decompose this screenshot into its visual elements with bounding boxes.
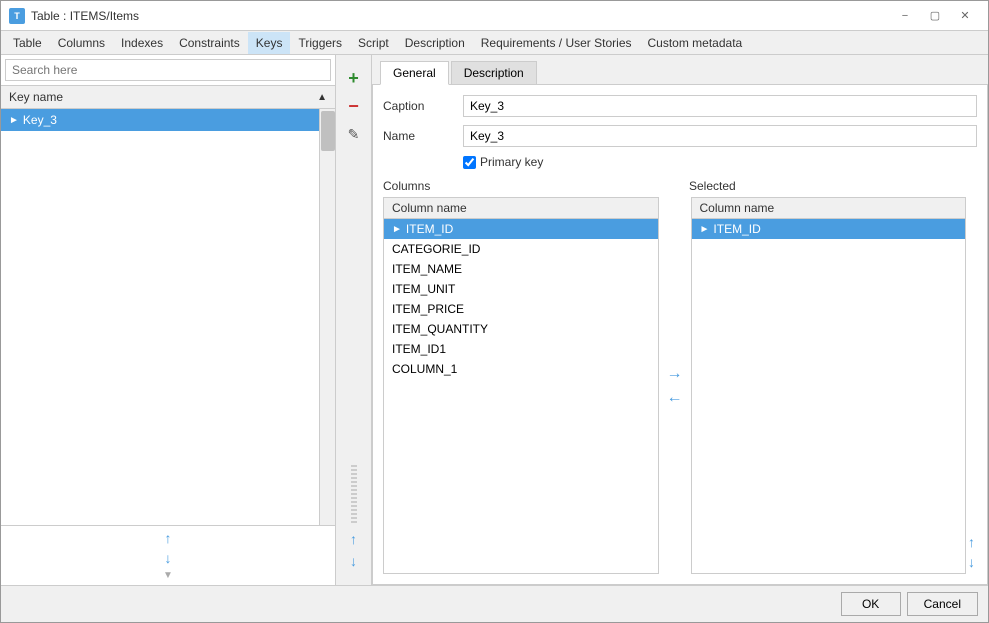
move-up-button[interactable]: ↑ <box>165 530 172 546</box>
left-bottom-btns: ↑ ↓ ▼ <box>1 525 335 585</box>
col-row-1[interactable]: CATEGORIE_ID <box>384 239 658 259</box>
resize-handle[interactable] <box>351 465 357 525</box>
scroll-thumb <box>321 111 335 151</box>
menu-bar: Table Columns Indexes Constraints Keys T… <box>1 31 988 55</box>
selected-col-arrow-icon: ► <box>700 224 710 235</box>
col-arrow-icon: ► <box>392 224 402 235</box>
menu-indexes[interactable]: Indexes <box>113 32 171 54</box>
menu-description[interactable]: Description <box>397 32 473 54</box>
menu-table[interactable]: Table <box>5 32 50 54</box>
menu-constraints[interactable]: Constraints <box>171 32 248 54</box>
app-icon: T <box>9 8 25 24</box>
selected-right-panel: Column name ► ITEM_ID <box>691 197 967 574</box>
bottom-bar: OK Cancel <box>1 585 988 622</box>
remove-button[interactable]: − <box>343 95 365 117</box>
name-row: Name <box>383 125 977 147</box>
tab-general[interactable]: General <box>380 61 449 85</box>
menu-script[interactable]: Script <box>350 32 397 54</box>
columns-section-label: Columns <box>383 179 649 193</box>
columns-section: Column name ► ITEM_ID CATEGORIE_ID <box>383 197 977 574</box>
minimize-button[interactable]: − <box>890 1 920 31</box>
key-list-container: ► Key_3 <box>1 109 335 525</box>
move-down-button[interactable]: ↓ <box>165 550 172 566</box>
panel-content: Caption Name Primary key Columns <box>372 85 988 585</box>
col-row-6[interactable]: ITEM_ID1 <box>384 339 658 359</box>
main-content: Key name ▲ ► Key_3 ↑ ↓ ▼ <box>1 55 988 585</box>
search-input[interactable] <box>5 59 331 81</box>
col-move-buttons: ↑ ↓ <box>966 197 977 574</box>
primary-key-checkbox[interactable] <box>463 156 476 169</box>
caption-input[interactable] <box>463 95 977 117</box>
tab-description[interactable]: Description <box>451 61 537 84</box>
close-button[interactable]: ✕ <box>950 1 980 31</box>
left-move-up-button[interactable]: ↑ <box>350 531 357 547</box>
key-list: ► Key_3 <box>1 109 319 525</box>
columns-table-wrapper: Column name ► ITEM_ID CATEGORIE_ID <box>383 197 659 574</box>
columns-left-panel: Column name ► ITEM_ID CATEGORIE_ID <box>383 197 659 574</box>
menu-custom-metadata[interactable]: Custom metadata <box>640 32 751 54</box>
columns-table-header: Column name <box>384 198 658 219</box>
primary-key-row: Primary key <box>383 155 977 169</box>
selected-table-body: ► ITEM_ID <box>692 219 966 573</box>
selected-table-header: Column name <box>692 198 966 219</box>
col-row-7[interactable]: COLUMN_1 <box>384 359 658 379</box>
name-label: Name <box>383 129 463 143</box>
title-bar: T Table : ITEMS/Items − ▢ ✕ <box>1 1 988 31</box>
right-panel: General Description Caption Name <box>372 55 988 585</box>
left-panel: Key name ▲ ► Key_3 ↑ ↓ ▼ <box>1 55 336 585</box>
col-row-2[interactable]: ITEM_NAME <box>384 259 658 279</box>
scroll-down-arrow[interactable]: ▼ <box>163 570 173 581</box>
key-list-header: Key name ▲ <box>1 86 335 109</box>
search-box <box>1 55 335 86</box>
menu-columns[interactable]: Columns <box>50 32 113 54</box>
col-row-4[interactable]: ITEM_PRICE <box>384 299 658 319</box>
main-window: T Table : ITEMS/Items − ▢ ✕ Table Column… <box>0 0 989 623</box>
cancel-button[interactable]: Cancel <box>907 592 978 616</box>
edit-button[interactable]: ✎ <box>343 123 365 145</box>
action-buttons: + − ✎ ↑ ↓ <box>336 55 372 585</box>
menu-keys[interactable]: Keys <box>248 32 291 54</box>
menu-requirements[interactable]: Requirements / User Stories <box>473 32 640 54</box>
col-row-3[interactable]: ITEM_UNIT <box>384 279 658 299</box>
selected-table-wrapper: Column name ► ITEM_ID <box>691 197 967 574</box>
transfer-left-button[interactable]: ← <box>667 389 683 407</box>
primary-key-label: Primary key <box>480 155 543 169</box>
key-arrow-icon: ► <box>9 115 19 126</box>
caption-row: Caption <box>383 95 977 117</box>
col-move-up-button[interactable]: ↑ <box>968 534 975 550</box>
selected-col-row-0[interactable]: ► ITEM_ID <box>692 219 966 239</box>
ok-button[interactable]: OK <box>841 592 901 616</box>
tabs-bar: General Description <box>372 55 988 85</box>
columns-labels-row: Columns Selected <box>383 179 977 193</box>
scroll-up-arrow[interactable]: ▲ <box>317 92 327 103</box>
window-title: Table : ITEMS/Items <box>31 9 139 23</box>
transfer-buttons: → ← <box>659 197 691 574</box>
columns-table-body: ► ITEM_ID CATEGORIE_ID ITEM_NAME <box>384 219 658 573</box>
window-controls: − ▢ ✕ <box>890 1 980 31</box>
add-button[interactable]: + <box>343 67 365 89</box>
maximize-button[interactable]: ▢ <box>920 1 950 31</box>
left-scrollbar[interactable] <box>319 109 335 525</box>
left-move-down-button[interactable]: ↓ <box>350 553 357 569</box>
title-bar-left: T Table : ITEMS/Items <box>9 8 139 24</box>
key-item-0[interactable]: ► Key_3 <box>1 109 319 131</box>
caption-label: Caption <box>383 99 463 113</box>
col-row-5[interactable]: ITEM_QUANTITY <box>384 319 658 339</box>
col-move-down-button[interactable]: ↓ <box>968 554 975 570</box>
selected-section-label: Selected <box>689 179 955 193</box>
transfer-right-button[interactable]: → <box>667 365 683 383</box>
menu-triggers[interactable]: Triggers <box>290 32 350 54</box>
name-input[interactable] <box>463 125 977 147</box>
col-row-0[interactable]: ► ITEM_ID <box>384 219 658 239</box>
